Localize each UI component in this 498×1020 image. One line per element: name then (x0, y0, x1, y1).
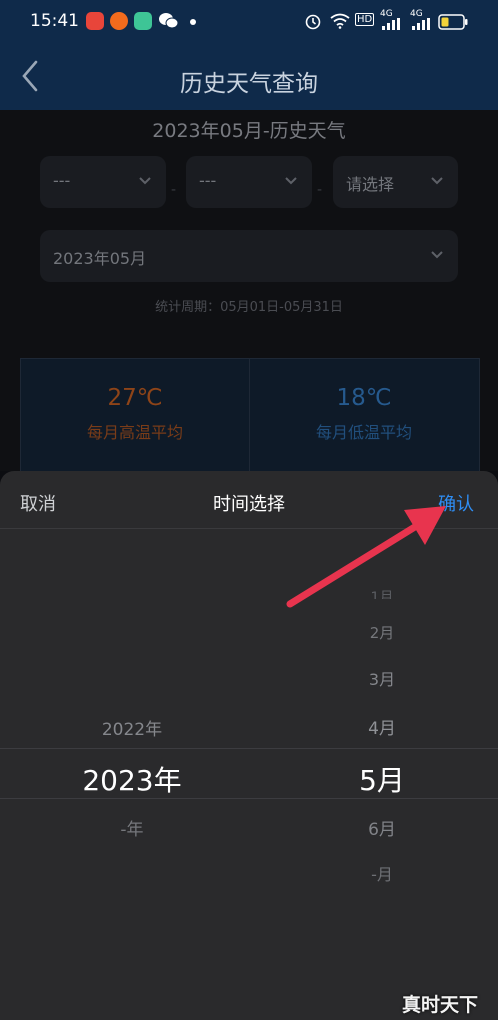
month-option[interactable]: 6月 (302, 815, 462, 840)
chevron-down-icon (431, 177, 443, 185)
wifi-icon (330, 13, 350, 29)
watermark: 真时天下 (402, 994, 479, 1016)
month-option[interactable]: -月 (302, 861, 462, 885)
news-app-icon (86, 12, 104, 30)
separator: - (171, 182, 177, 198)
wechat-icon (158, 12, 179, 30)
district-select[interactable]: 请选择 (333, 156, 458, 208)
header-divider (0, 528, 498, 529)
city-select-value: --- (199, 171, 217, 190)
separator: - (317, 182, 323, 198)
statistics-period: 统计周期：05月01日-05月31日 (155, 300, 343, 315)
province-select-value: --- (53, 171, 71, 190)
month-option[interactable]: 1月 (302, 587, 462, 599)
history-weather-page: 2023年05月-历史天气 --- - --- - 请选择 2023年05月 统… (0, 110, 498, 473)
chevron-down-icon (431, 251, 443, 259)
month-select[interactable]: 2023年05月 (40, 230, 458, 282)
hd-badge: HD (355, 13, 375, 26)
low-temp-value: 18℃ (336, 385, 392, 411)
year-option-selected[interactable]: 2023年 (52, 759, 212, 799)
low-temp-label: 每月低温平均 (315, 423, 412, 442)
month-option[interactable]: 2月 (302, 622, 462, 643)
status-time: 15:41 (30, 11, 79, 31)
month-select-value: 2023年05月 (53, 249, 147, 268)
city-select[interactable]: --- (186, 156, 312, 208)
month-option-selected[interactable]: 5月 (302, 759, 462, 799)
battery-icon (438, 14, 468, 30)
app-header: 历史天气查询 (0, 44, 498, 110)
year-option[interactable]: 2022年 (52, 715, 212, 740)
temperature-summary: 27℃ 每月高温平均 18℃ 每月低温平均 (20, 358, 480, 473)
signal-icon-2 (412, 18, 430, 30)
message-app-icon (134, 12, 152, 30)
chevron-down-icon (285, 177, 297, 185)
page-title: 历史天气查询 (180, 71, 318, 97)
province-select[interactable]: --- (40, 156, 166, 208)
picker-title: 时间选择 (213, 494, 285, 515)
weather-subtitle: 2023年05月-历史天气 (152, 120, 346, 142)
year-option[interactable]: -年 (52, 815, 212, 840)
high-temp-label: 每月高温平均 (86, 423, 183, 442)
confirm-button[interactable]: 确认 (438, 490, 474, 516)
month-option[interactable]: 4月 (302, 714, 462, 739)
month-option[interactable]: 3月 (302, 666, 462, 690)
alarm-icon (305, 14, 321, 30)
high-temp-value: 27℃ (107, 385, 163, 411)
stats-divider (249, 359, 250, 472)
district-select-value: 请选择 (346, 175, 395, 194)
time-picker-sheet: 取消 时间选择 确认 2022年 2023年 -年 1月 2月 3月 4月 5月… (0, 471, 498, 1020)
selection-top-line (0, 748, 498, 749)
chevron-down-icon (139, 177, 151, 185)
status-bar: 15:41 HD 4G 4G (0, 0, 498, 44)
notification-dot (190, 19, 196, 25)
signal-icon (382, 18, 400, 30)
weibo-app-icon (110, 12, 128, 30)
